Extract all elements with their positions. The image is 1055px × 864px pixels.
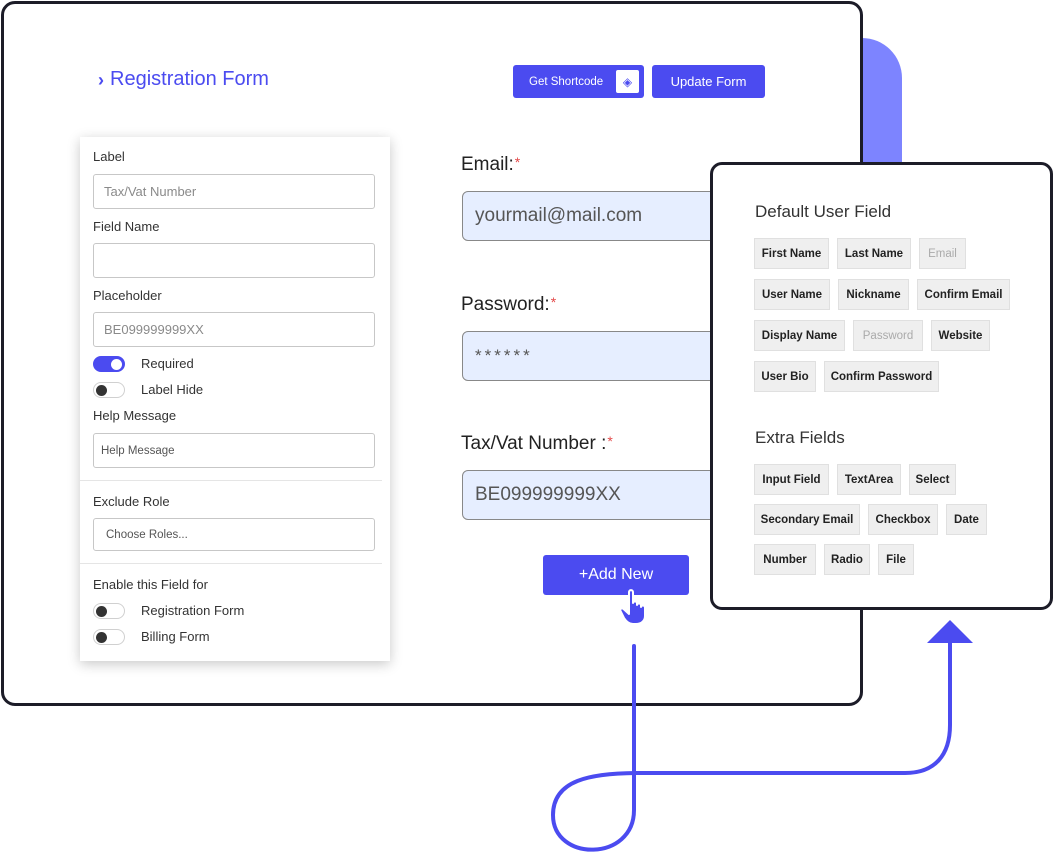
- chip-nickname[interactable]: Nickname: [838, 279, 909, 310]
- chip-display-name[interactable]: Display Name: [754, 320, 845, 351]
- chip-file[interactable]: File: [878, 544, 914, 575]
- fields-picker-panel: Default User Field First Name Last Name …: [710, 162, 1053, 610]
- chip-checkbox[interactable]: Checkbox: [868, 504, 938, 535]
- chip-password[interactable]: Password: [853, 320, 923, 351]
- chip-secondary-email[interactable]: Secondary Email: [754, 504, 860, 535]
- chip-confirm-password[interactable]: Confirm Password: [824, 361, 939, 392]
- extra-fields-heading: Extra Fields: [755, 428, 845, 447]
- chip-first-name[interactable]: First Name: [754, 238, 829, 269]
- chip-select[interactable]: Select: [909, 464, 956, 495]
- chip-email[interactable]: Email: [919, 238, 966, 269]
- chip-user-bio[interactable]: User Bio: [754, 361, 816, 392]
- chip-input-field[interactable]: Input Field: [754, 464, 829, 495]
- pointing-hand-icon: [619, 589, 646, 625]
- chip-radio[interactable]: Radio: [824, 544, 870, 575]
- chip-last-name[interactable]: Last Name: [837, 238, 911, 269]
- chip-number[interactable]: Number: [754, 544, 816, 575]
- chip-confirm-email[interactable]: Confirm Email: [917, 279, 1010, 310]
- default-user-field-heading: Default User Field: [755, 202, 892, 221]
- chip-date[interactable]: Date: [946, 504, 987, 535]
- chip-website[interactable]: Website: [931, 320, 990, 351]
- chip-user-name[interactable]: User Name: [754, 279, 830, 310]
- chip-textarea[interactable]: TextArea: [837, 464, 901, 495]
